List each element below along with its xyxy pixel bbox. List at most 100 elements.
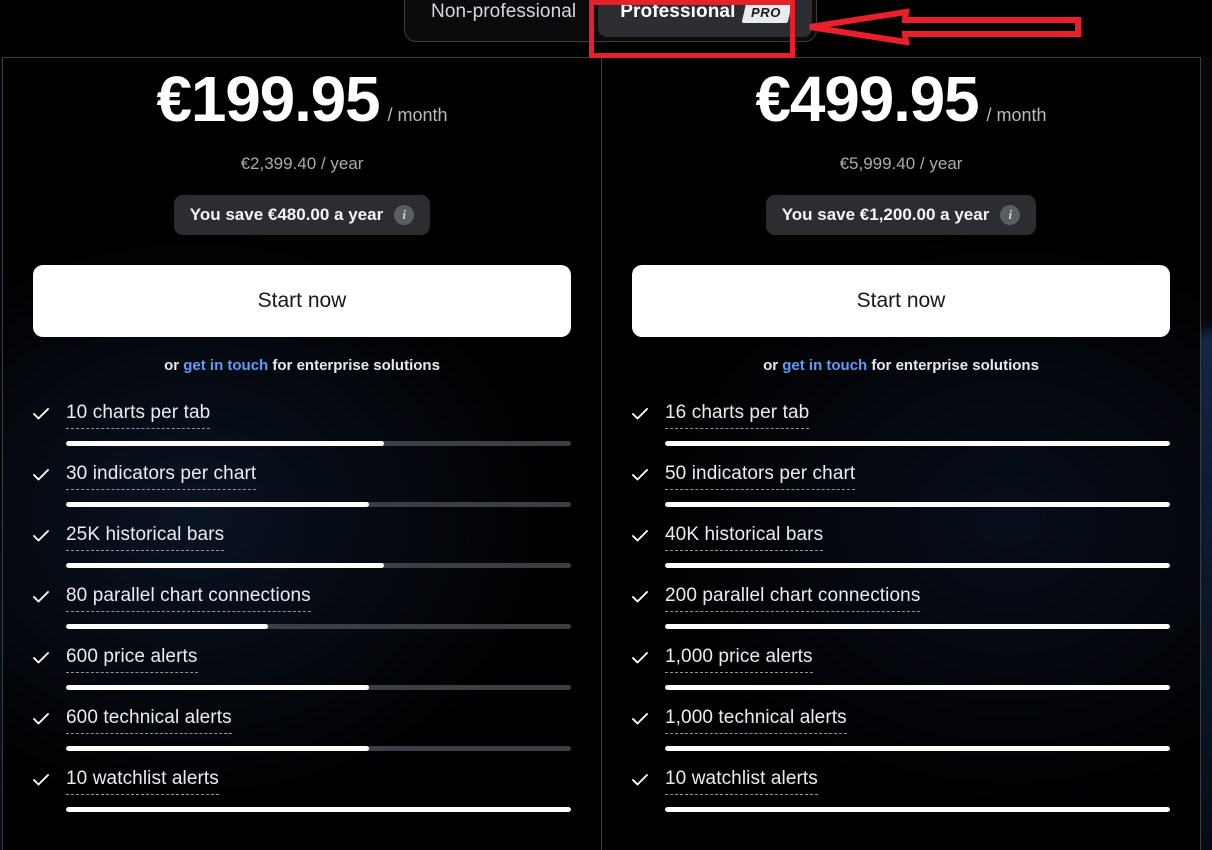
- feature-meter-fill: [66, 441, 385, 446]
- feature-meter-fill: [665, 624, 1170, 629]
- check-icon: [33, 469, 49, 481]
- price-amount-1: €499.95: [755, 63, 980, 135]
- check-icon: [632, 469, 648, 481]
- feature-label[interactable]: 16 charts per tab: [665, 402, 810, 429]
- plan-columns: €199.95 / month €2,399.40 / year You sav…: [3, 58, 1200, 850]
- save-badge-0: You save €480.00 a year i: [173, 195, 431, 235]
- start-now-button-1[interactable]: Start now: [632, 265, 1170, 337]
- plan-column-1: €499.95 / month €5,999.40 / year You sav…: [601, 58, 1200, 850]
- feature-row: 40K historical bars: [632, 524, 1170, 568]
- tab-non-professional-label: Non-professional: [431, 1, 577, 22]
- pricing-page: €199.95 / month €2,399.40 / year You sav…: [0, 0, 1212, 850]
- check-icon: [632, 591, 648, 603]
- check-icon: [632, 774, 648, 786]
- feature-body: 1,000 price alerts: [665, 646, 1170, 690]
- check-icon: [632, 408, 648, 420]
- check-icon: [33, 713, 49, 725]
- check-icon: [33, 591, 49, 603]
- save-pill-wrap-0: You save €480.00 a year i: [33, 195, 571, 235]
- feature-body: 10 watchlist alerts: [66, 768, 571, 812]
- feature-meter: [665, 563, 1170, 568]
- start-now-button-0[interactable]: Start now: [33, 265, 571, 337]
- check-icon: [632, 530, 648, 542]
- feature-label[interactable]: 1,000 technical alerts: [665, 707, 847, 734]
- feature-row: 25K historical bars: [33, 524, 571, 568]
- save-pill-wrap-1: You save €1,200.00 a year i: [632, 195, 1170, 235]
- feature-label[interactable]: 10 watchlist alerts: [665, 768, 818, 795]
- check-icon: [632, 652, 648, 664]
- feature-meter-fill: [66, 502, 369, 507]
- feature-body: 30 indicators per chart: [66, 463, 571, 507]
- feature-meter: [665, 807, 1170, 812]
- feature-meter-fill: [665, 441, 1170, 446]
- feature-body: 200 parallel chart connections: [665, 585, 1170, 629]
- feature-meter: [665, 441, 1170, 446]
- feature-label[interactable]: 25K historical bars: [66, 524, 225, 551]
- feature-meter: [665, 502, 1170, 507]
- plan-type-toggle[interactable]: Non-professional Professional PRO: [404, 0, 818, 42]
- info-icon[interactable]: i: [1000, 205, 1021, 225]
- feature-body: 50 indicators per chart: [665, 463, 1170, 507]
- feature-row: 50 indicators per chart: [632, 463, 1170, 507]
- check-icon: [33, 408, 49, 420]
- feature-label[interactable]: 600 price alerts: [66, 646, 198, 673]
- price-row-1: €499.95 / month: [632, 67, 1170, 143]
- feature-row: 600 technical alerts: [33, 707, 571, 751]
- feature-label[interactable]: 80 parallel chart connections: [66, 585, 311, 612]
- pricing-card: €199.95 / month €2,399.40 / year You sav…: [2, 57, 1201, 850]
- feature-label[interactable]: 10 charts per tab: [66, 402, 211, 429]
- price-period-0: / month: [387, 105, 448, 125]
- check-icon: [632, 713, 648, 725]
- feature-label[interactable]: 600 technical alerts: [66, 707, 232, 734]
- feature-body: 16 charts per tab: [665, 402, 1170, 446]
- feature-meter-fill: [665, 807, 1170, 812]
- feature-meter-fill: [66, 807, 571, 812]
- get-in-touch-link-1[interactable]: get in touch: [782, 357, 867, 374]
- enterprise-suffix-0: for enterprise solutions: [268, 357, 440, 374]
- tab-non-professional[interactable]: Non-professional: [409, 0, 598, 37]
- feature-row: 30 indicators per chart: [33, 463, 571, 507]
- price-yearly-1: €5,999.40 / year: [839, 154, 963, 173]
- feature-label[interactable]: 10 watchlist alerts: [66, 768, 219, 795]
- feature-label[interactable]: 200 parallel chart connections: [665, 585, 921, 612]
- price-row-0: €199.95 / month: [33, 67, 571, 143]
- feature-row: 16 charts per tab: [632, 402, 1170, 446]
- feature-meter-fill: [665, 563, 1170, 568]
- feature-label[interactable]: 1,000 price alerts: [665, 646, 813, 673]
- feature-label[interactable]: 50 indicators per chart: [665, 463, 856, 490]
- tab-professional-label: Professional: [620, 1, 736, 22]
- feature-meter: [66, 441, 571, 446]
- tab-professional[interactable]: Professional PRO: [598, 0, 813, 37]
- check-icon: [33, 774, 49, 786]
- feature-row: 80 parallel chart connections: [33, 585, 571, 629]
- feature-meter: [665, 624, 1170, 629]
- feature-meter-fill: [66, 563, 385, 568]
- feature-meter: [66, 746, 571, 751]
- feature-meter: [66, 563, 571, 568]
- feature-row: 10 watchlist alerts: [632, 768, 1170, 812]
- feature-list-0: 10 charts per tab 30 indicators per char…: [33, 402, 571, 812]
- feature-label[interactable]: 40K historical bars: [665, 524, 824, 551]
- feature-row: 200 parallel chart connections: [632, 585, 1170, 629]
- feature-label[interactable]: 30 indicators per chart: [66, 463, 257, 490]
- feature-row: 600 price alerts: [33, 646, 571, 690]
- feature-row: 10 charts per tab: [33, 402, 571, 446]
- save-badge-label-0: You save €480.00 a year: [189, 205, 384, 224]
- feature-row: 1,000 technical alerts: [632, 707, 1170, 751]
- feature-meter-fill: [665, 746, 1170, 751]
- feature-meter: [66, 807, 571, 812]
- price-period-1: / month: [986, 105, 1047, 125]
- feature-body: 40K historical bars: [665, 524, 1170, 568]
- feature-body: 1,000 technical alerts: [665, 707, 1170, 751]
- feature-row: 1,000 price alerts: [632, 646, 1170, 690]
- feature-body: 600 price alerts: [66, 646, 571, 690]
- get-in-touch-link-0[interactable]: get in touch: [183, 357, 268, 374]
- info-icon[interactable]: i: [394, 205, 415, 225]
- feature-meter: [665, 746, 1170, 751]
- feature-body: 600 technical alerts: [66, 707, 571, 751]
- feature-list-1: 16 charts per tab 50 indicators per char…: [632, 402, 1170, 812]
- enterprise-note-1: or get in touch for enterprise solutions: [632, 357, 1170, 374]
- feature-body: 10 charts per tab: [66, 402, 571, 446]
- feature-meter-fill: [66, 685, 369, 690]
- feature-meter: [66, 685, 571, 690]
